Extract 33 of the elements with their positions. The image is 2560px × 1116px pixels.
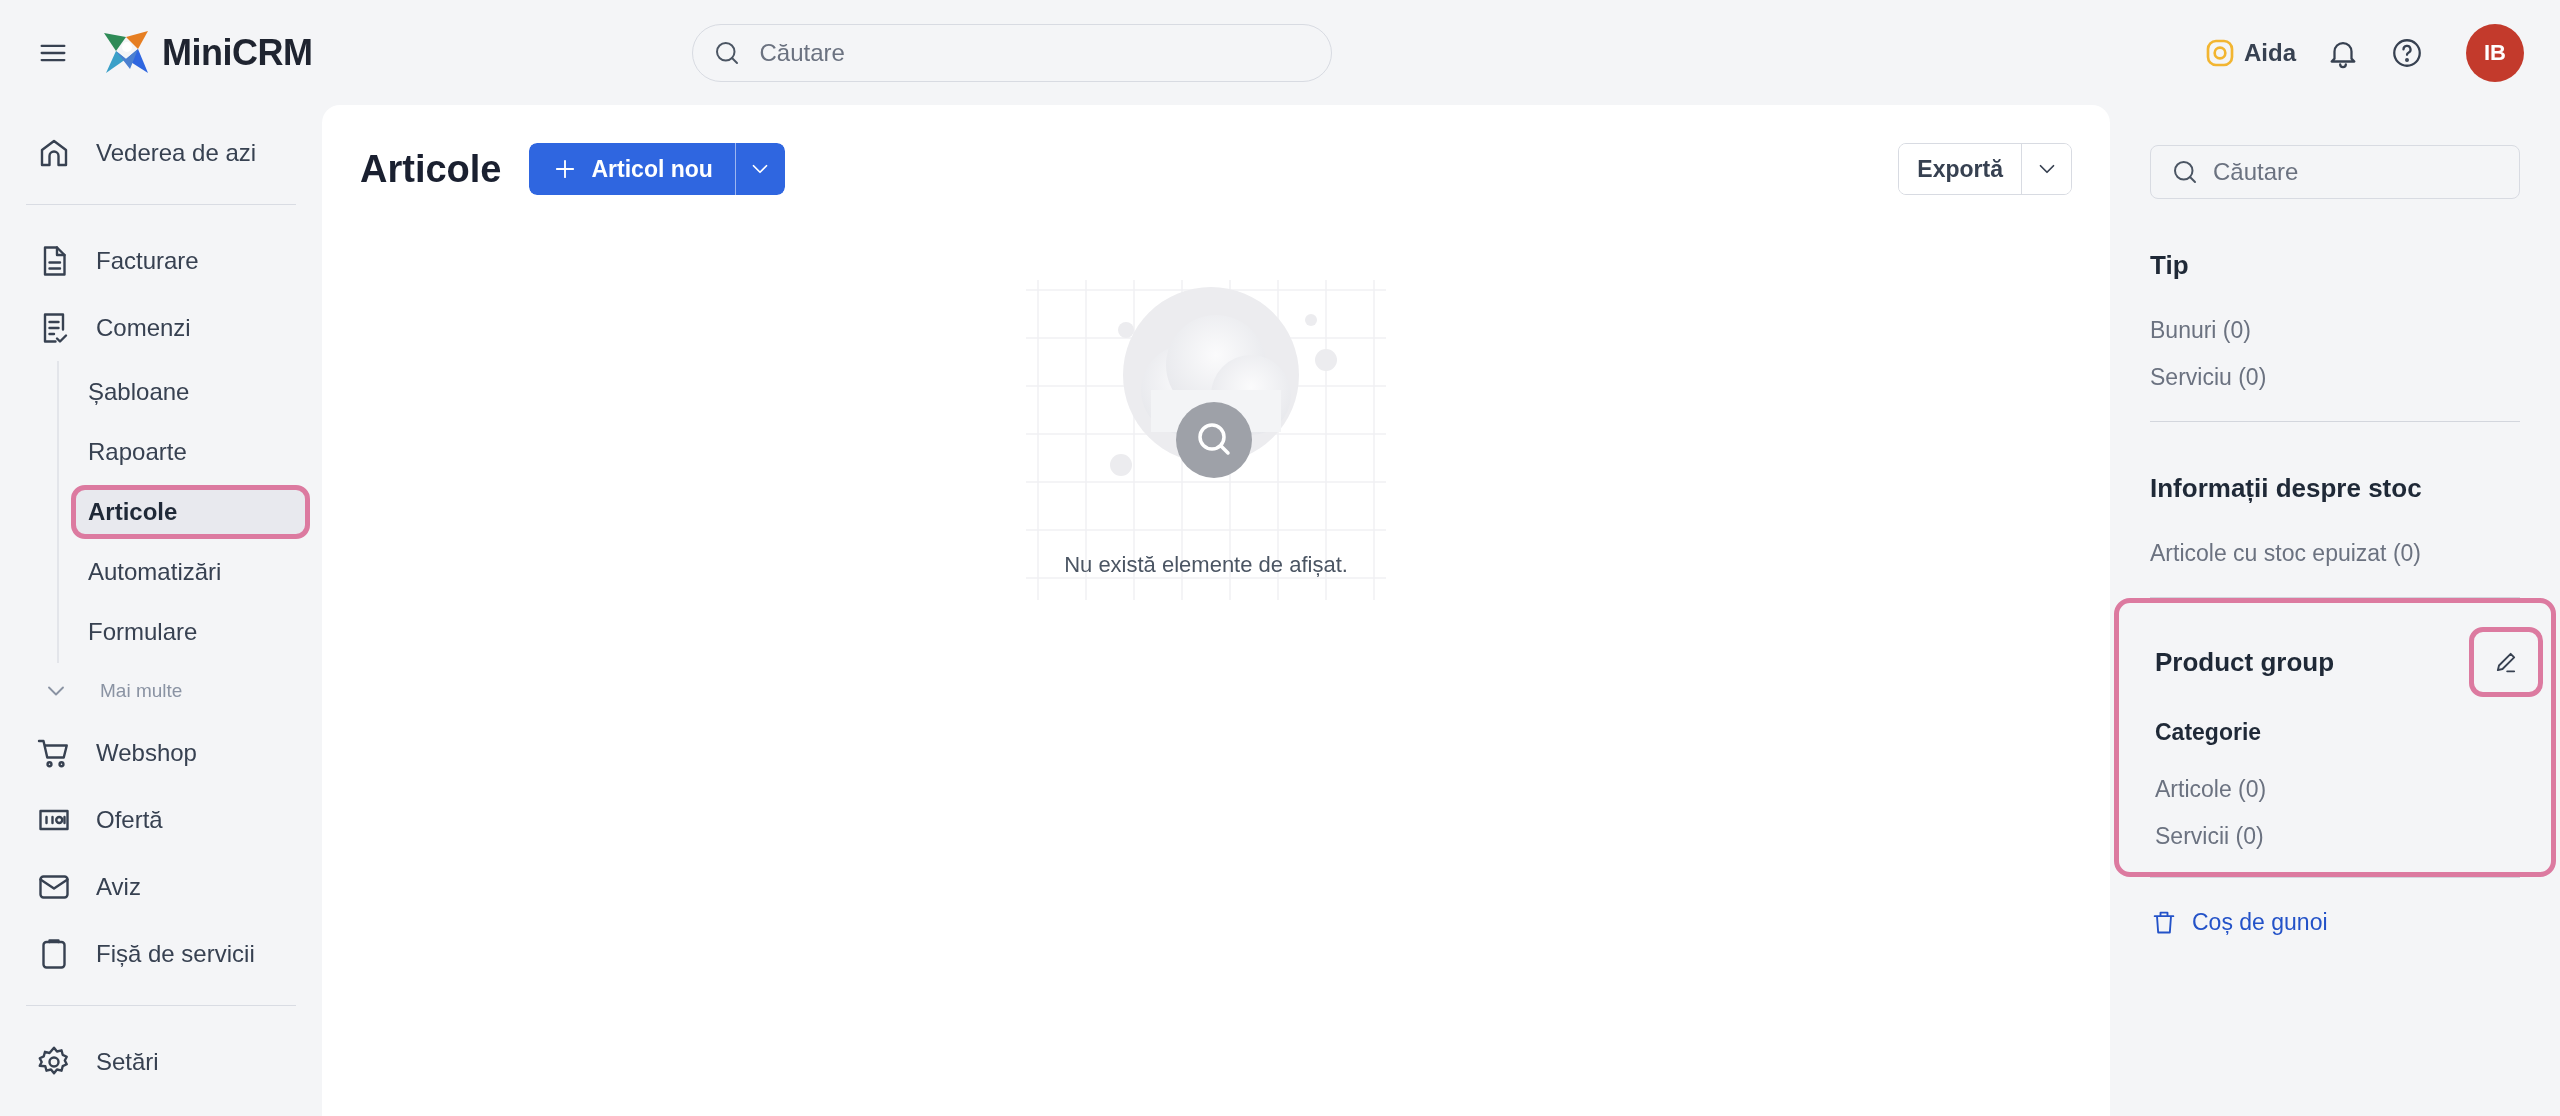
nav-item[interactable]: Ofertă [0, 786, 322, 853]
nav-item[interactable]: Comenzi [0, 294, 322, 361]
submenu-item[interactable]: Șabloane [71, 365, 310, 419]
submenu-item[interactable]: Rapoarte [71, 425, 310, 479]
nav-item[interactable]: Vederea de azi [0, 119, 322, 186]
new-options-button[interactable] [734, 143, 785, 195]
submenu-item[interactable]: Formulare [71, 605, 310, 659]
edit-button[interactable] [2469, 627, 2543, 697]
brand-name: MiniCRM [162, 31, 313, 74]
assistant-button[interactable]: Aida [2204, 36, 2296, 69]
search-field[interactable]: Căutare [692, 23, 1333, 82]
trash-link[interactable]: Coș de gunoi [2150, 908, 2520, 936]
filter-option[interactable]: Articole (0) [2155, 776, 2515, 803]
empty-message: Nu există elemente de afișat. [1064, 552, 1348, 578]
submenu-item[interactable]: Articole [71, 485, 310, 539]
submenu-item[interactable]: Automatizări [71, 545, 310, 599]
user-avatar[interactable]: IB [2466, 23, 2524, 82]
filter-search-field[interactable]: Căutare [2150, 145, 2520, 199]
page-title: Articole [360, 147, 502, 191]
nav-item[interactable]: Facturare [0, 227, 322, 294]
filter-heading: Tip [2150, 249, 2189, 281]
filter-option[interactable]: Serviciu (0) [2150, 364, 2520, 391]
filter-option[interactable]: Servicii (0) [2155, 823, 2515, 850]
nav-item[interactable]: Aviz [0, 853, 322, 920]
filter-heading: Informații despre stoc [2150, 472, 2422, 504]
nav-item[interactable]: Fișă de servicii [0, 920, 322, 987]
nav-item[interactable]: Webshop [0, 719, 322, 786]
filter-heading: Product group [2155, 646, 2335, 678]
filter-option[interactable]: Articole cu stoc epuizat (0) [2150, 540, 2520, 567]
filter-subheading: Categorie [2155, 719, 2263, 746]
filter-option[interactable]: Bunuri (0) [2150, 317, 2520, 344]
nav-item[interactable]: Setări [0, 1028, 322, 1095]
new-article-button[interactable]: Articol nou [529, 143, 735, 195]
